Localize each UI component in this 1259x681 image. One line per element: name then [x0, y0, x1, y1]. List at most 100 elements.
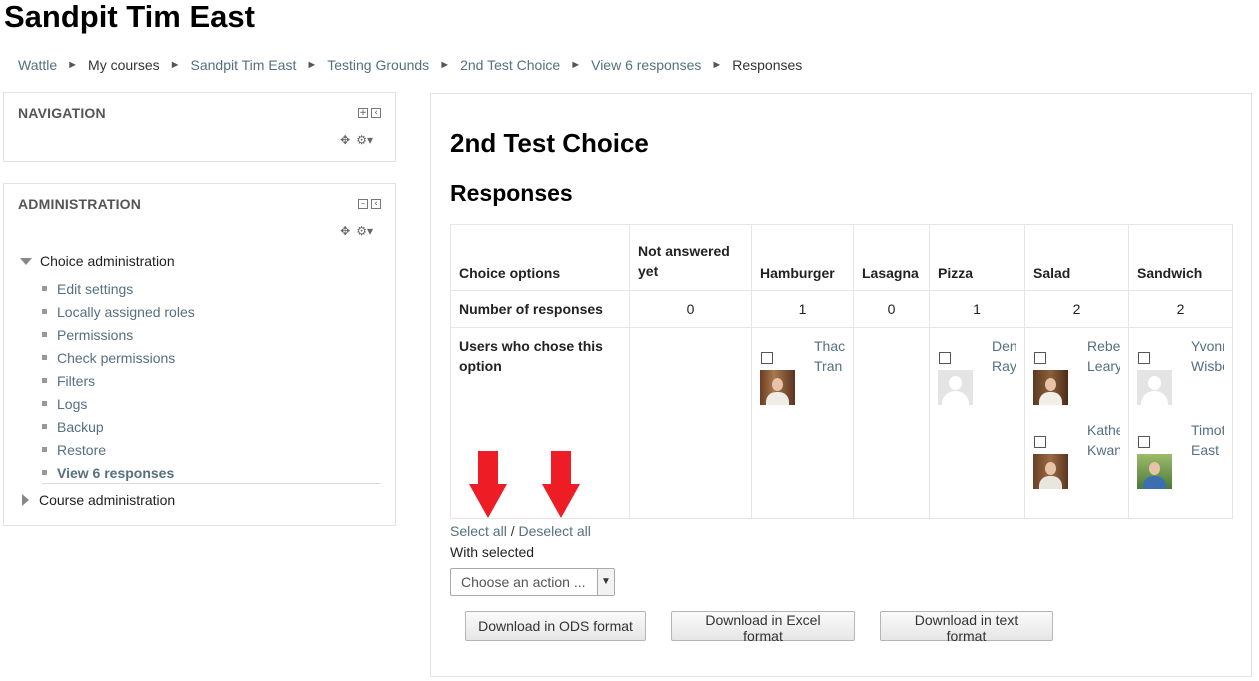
- breadcrumb: Wattle ► My courses ► Sandpit Tim East ►…: [18, 55, 802, 75]
- user-checkbox[interactable]: [1138, 352, 1150, 364]
- user-checkbox[interactable]: [1034, 352, 1046, 364]
- breadcrumb-separator-icon: ►: [67, 59, 79, 71]
- admin-item-label[interactable]: Backup: [57, 417, 104, 437]
- select-all-link[interactable]: Select all: [450, 523, 507, 539]
- breadcrumb-course[interactable]: Sandpit Tim East: [191, 57, 297, 73]
- column-header-hamburger: Hamburger: [751, 224, 854, 291]
- breadcrumb-separator-icon: ►: [169, 59, 181, 71]
- choice-title: 2nd Test Choice: [450, 128, 649, 158]
- download-text-button[interactable]: Download in text format: [880, 611, 1053, 644]
- count-lasagna: 0: [853, 290, 930, 328]
- bullet-icon: [42, 447, 47, 452]
- move-icon[interactable]: ✥: [340, 224, 350, 238]
- users-salad: Rebe Leary Kathe Kwan: [1024, 327, 1129, 519]
- count-sandwich: 2: [1128, 290, 1233, 328]
- user-avatar[interactable]: [1033, 370, 1068, 405]
- count-not-answered: 0: [629, 290, 752, 328]
- collapsed-arrow-icon: [22, 494, 29, 506]
- users-pizza: Den Ray: [929, 327, 1025, 519]
- user-name-link[interactable]: Den Ray: [992, 336, 1016, 376]
- user-avatar[interactable]: [1033, 454, 1068, 489]
- dock-block-icon[interactable]: –: [358, 199, 368, 209]
- bullet-icon: [42, 309, 47, 314]
- gear-icon[interactable]: ⚙▾: [356, 224, 373, 238]
- breadcrumb-current: Responses: [732, 57, 803, 73]
- collapse-block-icon[interactable]: ‹: [371, 199, 381, 209]
- annotation-arrow-icon: [469, 451, 507, 518]
- admin-item-restore: Restore: [42, 438, 195, 461]
- download-excel-button[interactable]: Download in Excel format: [671, 611, 855, 644]
- select-separator: /: [510, 523, 515, 539]
- row-label-choice-options: Choice options: [450, 224, 630, 291]
- admin-item-label[interactable]: Permissions: [57, 325, 133, 345]
- user-entry: Kathe Kwan: [1033, 412, 1120, 496]
- users-not-answered: [629, 327, 752, 519]
- users-sandwich: Yvonr Wisbe Timot East: [1128, 327, 1233, 519]
- admin-item-edit-settings: Edit settings: [42, 277, 195, 300]
- count-pizza: 1: [929, 290, 1025, 328]
- course-administration-label: Course administration: [39, 492, 176, 508]
- user-name-link[interactable]: Timot East: [1191, 420, 1224, 460]
- navigation-block-title: NAVIGATION: [18, 105, 106, 121]
- table-row: Choice options Not answered yet Hamburge…: [450, 224, 1233, 291]
- breadcrumb-wattle[interactable]: Wattle: [18, 57, 57, 73]
- action-select[interactable]: Choose an action ... ▼: [450, 568, 615, 596]
- default-user-avatar-icon[interactable]: [1137, 370, 1172, 405]
- admin-item-label[interactable]: Filters: [57, 371, 95, 391]
- collapse-block-icon[interactable]: ‹: [371, 108, 381, 118]
- user-checkbox[interactable]: [1138, 436, 1150, 448]
- bullet-icon: [42, 332, 47, 337]
- user-avatar[interactable]: [1137, 454, 1172, 489]
- bullet-icon: [42, 378, 47, 383]
- course-administration-node[interactable]: Course administration: [20, 492, 175, 508]
- admin-item-label[interactable]: Locally assigned roles: [57, 302, 195, 322]
- breadcrumb-section[interactable]: Testing Grounds: [327, 57, 429, 73]
- divider: [42, 483, 381, 484]
- annotation-arrow-icon: [542, 451, 580, 518]
- with-selected-label: With selected: [450, 544, 535, 560]
- move-icon[interactable]: ✥: [340, 133, 350, 147]
- admin-item-backup: Backup: [42, 415, 195, 438]
- admin-item-label[interactable]: Restore: [57, 440, 106, 460]
- default-user-avatar-icon[interactable]: [938, 370, 973, 405]
- column-header-not-answered: Not answered yet: [629, 224, 752, 291]
- breadcrumb-my-courses: My courses: [88, 57, 160, 73]
- user-checkbox[interactable]: [761, 352, 773, 364]
- admin-item-locally-assigned-roles: Locally assigned roles: [42, 300, 195, 323]
- deselect-all-link[interactable]: Deselect all: [518, 523, 590, 539]
- user-name-link[interactable]: Rebe Leary: [1087, 336, 1120, 376]
- breadcrumb-view-responses[interactable]: View 6 responses: [591, 57, 701, 73]
- user-checkbox[interactable]: [1034, 436, 1046, 448]
- admin-item-view-responses: View 6 responses: [42, 461, 195, 484]
- user-name-link[interactable]: Kathe Kwan: [1087, 420, 1120, 460]
- breadcrumb-choice[interactable]: 2nd Test Choice: [460, 57, 560, 73]
- user-name-link[interactable]: Thac Tran: [814, 336, 845, 376]
- breadcrumb-separator-icon: ►: [570, 59, 582, 71]
- chevron-down-icon[interactable]: ▼: [597, 569, 614, 595]
- action-select-value: Choose an action ...: [461, 574, 586, 590]
- count-hamburger: 1: [751, 290, 854, 328]
- admin-item-label[interactable]: Edit settings: [57, 279, 133, 299]
- column-header-lasagna: Lasagna: [853, 224, 930, 291]
- user-avatar[interactable]: [760, 370, 795, 405]
- users-lasagna: [853, 327, 930, 519]
- user-checkbox[interactable]: [939, 352, 951, 364]
- choice-administration-label: Choice administration: [40, 253, 175, 269]
- administration-block: ADMINISTRATION – ‹ ✥ ⚙▾ Choice administr…: [3, 183, 396, 526]
- administration-block-title: ADMINISTRATION: [18, 196, 142, 212]
- breadcrumb-separator-icon: ►: [306, 59, 318, 71]
- admin-item-label[interactable]: Check permissions: [57, 348, 175, 368]
- users-hamburger: Thac Tran: [751, 327, 854, 519]
- bullet-icon: [42, 401, 47, 406]
- admin-item-label[interactable]: View 6 responses: [57, 463, 174, 483]
- expanded-arrow-icon: [20, 257, 32, 265]
- gear-icon[interactable]: ⚙▾: [356, 133, 373, 147]
- user-entry: Timot East: [1137, 412, 1224, 496]
- user-name-link[interactable]: Yvonr Wisbe: [1191, 336, 1224, 376]
- download-ods-button[interactable]: Download in ODS format: [465, 611, 646, 641]
- dock-block-icon[interactable]: +: [358, 108, 368, 118]
- admin-item-label[interactable]: Logs: [57, 394, 87, 414]
- choice-administration-node[interactable]: Choice administration: [20, 253, 175, 269]
- user-entry: Yvonr Wisbe: [1137, 328, 1224, 412]
- admin-item-check-permissions: Check permissions: [42, 346, 195, 369]
